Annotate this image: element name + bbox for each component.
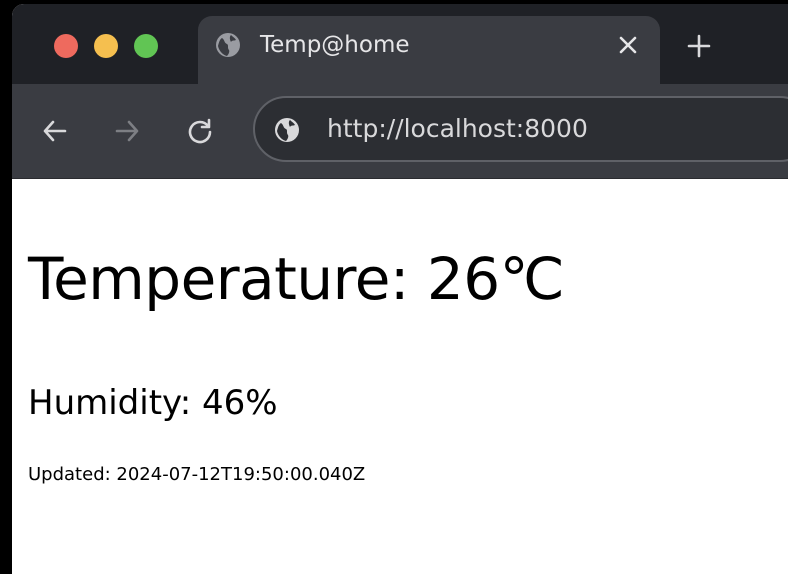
plus-icon[interactable]	[686, 33, 712, 59]
globe-icon	[273, 116, 301, 144]
globe-icon	[214, 31, 242, 59]
tab-title: Temp@home	[260, 32, 410, 58]
close-icon[interactable]	[616, 33, 640, 57]
tab-active[interactable]: Temp@home	[198, 16, 660, 84]
page-content: Temperature: 26℃ Humidity: 46% Updated: …	[12, 179, 788, 574]
browser-window: Temp@home http://localhost:8000 Temperat…	[12, 4, 788, 574]
window-maximize-button[interactable]	[134, 34, 158, 58]
window-minimize-button[interactable]	[94, 34, 118, 58]
arrow-right-icon[interactable]	[112, 116, 142, 146]
temperature-heading: Temperature: 26℃	[28, 245, 565, 313]
tab-strip: Temp@home	[12, 4, 788, 84]
address-bar[interactable]: http://localhost:8000	[253, 96, 788, 162]
updated-timestamp: Updated: 2024-07-12T19:50:00.040Z	[28, 464, 366, 485]
navigation-toolbar: http://localhost:8000	[12, 84, 788, 179]
humidity-heading: Humidity: 46%	[28, 383, 278, 423]
address-url[interactable]: http://localhost:8000	[327, 113, 588, 145]
window-close-button[interactable]	[54, 34, 78, 58]
reload-icon[interactable]	[185, 116, 215, 146]
arrow-left-icon[interactable]	[40, 116, 70, 146]
